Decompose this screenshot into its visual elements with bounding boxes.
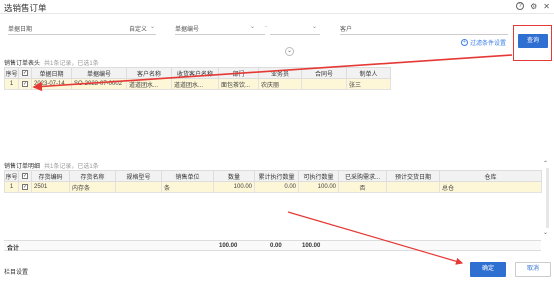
col-salesman[interactable]: 业务员 [258, 67, 302, 79]
table-row[interactable]: 1 ✓ 2501 内存条 条 100.00 0.00 100.00 否 总仓 [4, 181, 542, 193]
row-customer: 道道团水... [126, 78, 172, 90]
col-receiver[interactable]: 收货客户名称 [171, 67, 219, 79]
row-executable: 100.00 [298, 181, 339, 193]
select-all-checkbox[interactable]: ✓ [22, 70, 28, 76]
row-name: 内存条 [69, 181, 116, 193]
doc-no-to-input[interactable] [270, 34, 320, 35]
doc-no-from-chevron-icon[interactable]: ⌄ [250, 23, 255, 30]
close-icon[interactable]: ✕ [543, 2, 550, 11]
scroll-up-icon[interactable]: ⌃ [543, 160, 548, 167]
col-executed[interactable]: 累计执行数量 [254, 170, 299, 182]
row-dept: 面包茶饮... [218, 78, 259, 90]
filter-settings-label: 过滤条件设置 [470, 41, 507, 47]
col-qty[interactable]: 数量 [213, 170, 255, 182]
cancel-button[interactable]: 取消 [515, 262, 551, 277]
range-separator: - [265, 24, 267, 30]
doc-no-filter-label: 单据编号 [175, 27, 200, 33]
customer-filter-label: 客户 [340, 27, 353, 33]
date-filter-label: 单据日期 [8, 27, 33, 33]
row-purchased: 否 [338, 181, 387, 193]
row-doc-no: SO-2023-07-0002 [71, 78, 127, 90]
row-checkbox-cell[interactable]: ✓ [18, 78, 32, 90]
title-icons: ? ⚙ ✕ [516, 2, 550, 11]
header-section-title: 销售订单表头 共1条记录，已选1条 [4, 58, 99, 67]
col-creator[interactable]: 制单人 [346, 67, 391, 79]
column-settings-link[interactable]: 栏目设置 [4, 267, 28, 276]
detail-section-title: 销售订单明细 共1条记录，已选1条 [4, 161, 99, 170]
header-table: 序号 ✓ 单据日期 单据编号 客户名称 收货客户名称 部门 业务员 合同号 制单… [4, 67, 391, 90]
row-index: 1 [4, 181, 19, 193]
row-index: 1 [4, 78, 19, 90]
ok-button[interactable]: 确定 [470, 262, 506, 277]
col-unit[interactable]: 销售单位 [161, 170, 214, 182]
row-checkbox[interactable]: ✓ [22, 184, 28, 190]
col-select-all[interactable]: ✓ [18, 67, 32, 79]
col-date[interactable]: 单据日期 [31, 67, 72, 79]
date-filter-underline [8, 34, 156, 35]
col-index[interactable]: 序号 [4, 67, 19, 79]
row-warehouse: 总仓 [439, 181, 542, 193]
row-checkbox[interactable]: ✓ [22, 81, 28, 87]
col-contract[interactable]: 合同号 [301, 67, 347, 79]
col-warehouse[interactable]: 仓库 [439, 170, 542, 182]
row-spec [115, 181, 162, 193]
plus-icon: + [461, 39, 468, 46]
query-button[interactable]: 查询 [518, 34, 548, 48]
row-qty: 100.00 [213, 181, 255, 193]
vertical-scrollbar[interactable] [546, 168, 549, 228]
detail-table: 序号 ✓ 存货编码 存货名称 规格型号 销售单位 数量 累计执行数量 可执行数量… [4, 170, 542, 193]
row-contract [301, 78, 347, 90]
scroll-down-icon[interactable]: ⌄ [543, 229, 548, 236]
totals-qty: 100.00 [219, 243, 238, 249]
filter-settings-link[interactable]: + 过滤条件设置 [461, 38, 506, 47]
date-chevron-down-icon[interactable]: ⌄ [150, 23, 155, 30]
col-index[interactable]: 序号 [4, 170, 19, 182]
row-executed: 0.00 [254, 181, 299, 193]
detail-table-header-row: 序号 ✓ 存货编码 存货名称 规格型号 销售单位 数量 累计执行数量 可执行数量… [4, 170, 542, 182]
help-icon[interactable]: ? [516, 2, 525, 10]
row-code: 2501 [31, 181, 70, 193]
row-salesman: 农庆丽 [258, 78, 302, 90]
row-creator: 张三 [346, 78, 391, 90]
col-purchased[interactable]: 已采购需求... [338, 170, 387, 182]
doc-no-to-chevron-icon[interactable]: ⌄ [312, 23, 317, 30]
header-table-header-row: 序号 ✓ 单据日期 单据编号 客户名称 收货客户名称 部门 业务员 合同号 制单… [4, 67, 391, 79]
totals-label: 合计 [7, 246, 20, 252]
totals-executed: 0.00 [270, 243, 282, 249]
row-date: 2023-07-14 [31, 78, 72, 90]
totals-row: 合计 100.00 0.00 100.00 [4, 240, 541, 252]
col-dept[interactable]: 部门 [218, 67, 259, 79]
customer-input[interactable] [340, 34, 508, 35]
date-range-select[interactable]: 自定义 [129, 24, 147, 33]
arrow-to-ok [287, 211, 464, 265]
dialog-title: 选销售订单 [4, 3, 47, 13]
dialog-titlebar: 选销售订单 ? ⚙ ✕ [0, 0, 554, 14]
table-row[interactable]: 1 ✓ 2023-07-14 SO-2023-07-0002 道道团水... 道… [4, 78, 391, 90]
row-delivery [386, 181, 440, 193]
row-receiver: 道道团水... [171, 78, 219, 90]
col-name[interactable]: 存货名称 [69, 170, 116, 182]
row-unit: 条 [161, 181, 214, 193]
col-spec[interactable]: 规格型号 [115, 170, 162, 182]
select-all-checkbox[interactable]: ✓ [22, 173, 28, 179]
col-executable[interactable]: 可执行数量 [298, 170, 339, 182]
col-select-all[interactable]: ✓ [18, 170, 32, 182]
row-checkbox-cell[interactable]: ✓ [18, 181, 32, 193]
col-customer[interactable]: 客户名称 [126, 67, 172, 79]
col-doc-no[interactable]: 单据编号 [71, 67, 127, 79]
collapse-filter-icon[interactable]: ⌄ [285, 47, 294, 56]
totals-executable: 100.00 [302, 243, 321, 249]
col-code[interactable]: 存货编码 [31, 170, 70, 182]
col-delivery[interactable]: 预计交货日期 [386, 170, 440, 182]
settings-icon[interactable]: ⚙ [530, 2, 537, 11]
doc-no-from-input[interactable] [175, 34, 265, 35]
